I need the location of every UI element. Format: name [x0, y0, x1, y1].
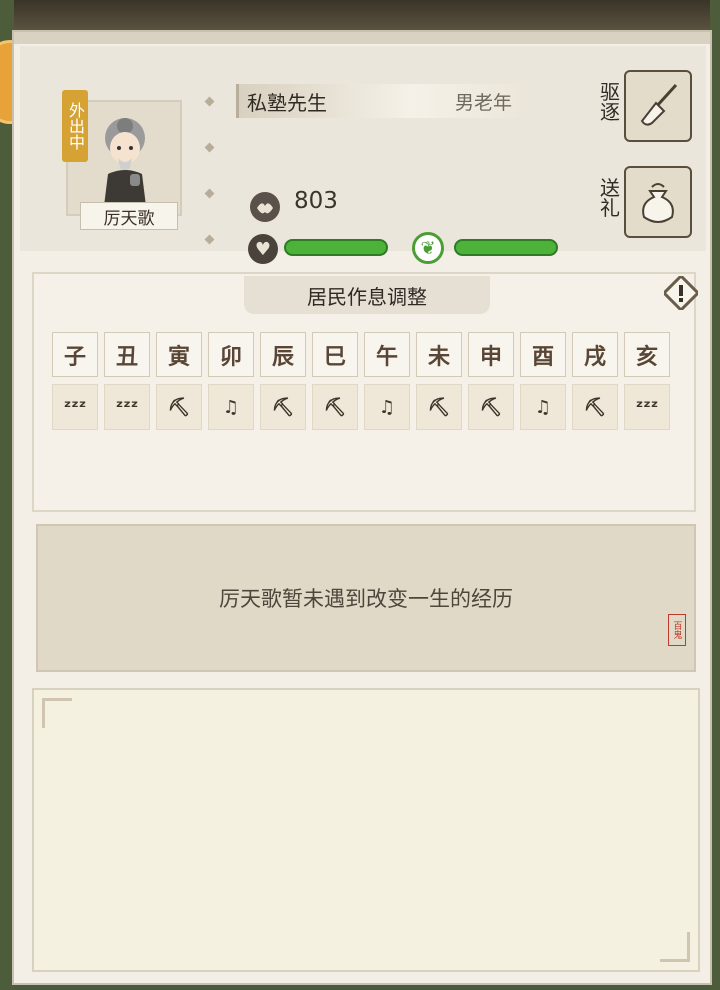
work-icon[interactable]: ⛏ — [468, 384, 514, 430]
occupation-title: 私塾先生 — [247, 90, 327, 115]
hour-cell: 辰 — [260, 332, 306, 377]
hour-cell: 寅 — [156, 332, 202, 377]
schedule-title: 居民作息调整 — [244, 276, 490, 314]
sleep-icon[interactable]: ᶻᶻᶻ — [52, 384, 98, 430]
profile-section: 外出中 厉天歌 私塾先生 男老年 803 ♥ ❦ 驱逐 送礼 — [20, 46, 706, 264]
corner-ornament — [42, 698, 72, 728]
gift-bag-icon — [642, 183, 674, 223]
panel-top-bar — [14, 32, 710, 44]
expel-label: 驱逐 — [600, 80, 620, 124]
resident-name: 厉天歌 — [80, 202, 178, 230]
hour-cell: 子 — [52, 332, 98, 377]
hour-cell: 午 — [364, 332, 410, 377]
list-bullet — [204, 234, 215, 245]
game-background-top — [0, 0, 720, 30]
resident-panel: 外出中 厉天歌 私塾先生 男老年 803 ♥ ❦ 驱逐 送礼 居民作息调整 子 … — [12, 30, 712, 985]
corner-ornament — [660, 932, 690, 962]
hour-cell: 卯 — [208, 332, 254, 377]
occupation-bar: 私塾先生 男老年 — [236, 84, 526, 118]
leisure-icon[interactable]: ♫ — [520, 384, 566, 430]
list-bullet — [204, 142, 215, 153]
broom-icon — [640, 83, 678, 126]
activity-row: ᶻᶻᶻ ᶻᶻᶻ ⛏ ♫ ⛏ ⛏ ♫ ⛏ ⛏ ♫ ⛏ ᶻᶻᶻ — [52, 384, 670, 430]
health-icon: ♥ — [248, 234, 278, 264]
gift-button[interactable] — [624, 166, 692, 238]
status-badge: 外出中 — [62, 90, 88, 162]
detail-area — [32, 688, 700, 972]
gender-age: 男老年 — [454, 91, 512, 114]
hour-cell: 巳 — [312, 332, 358, 377]
warning-icon[interactable] — [664, 276, 698, 310]
coin-icon — [250, 192, 280, 222]
hour-cell: 丑 — [104, 332, 150, 377]
list-bullet — [204, 188, 215, 199]
mood-icon: ❦ — [412, 232, 444, 264]
work-icon[interactable]: ⛏ — [416, 384, 462, 430]
health-bar — [284, 239, 388, 256]
hour-cell: 未 — [416, 332, 462, 377]
life-event-text: 厉天歌暂未遇到改变一生的经历 — [219, 587, 513, 611]
hour-cell: 亥 — [624, 332, 670, 377]
leisure-icon[interactable]: ♫ — [364, 384, 410, 430]
mood-bar — [454, 239, 558, 256]
work-icon[interactable]: ⛏ — [572, 384, 618, 430]
expel-button[interactable] — [624, 70, 692, 142]
life-event-box: 厉天歌暂未遇到改变一生的经历 百鬼 — [36, 524, 696, 672]
resident-avatar-icon — [104, 118, 146, 206]
leisure-icon[interactable]: ♫ — [208, 384, 254, 430]
hour-cell: 申 — [468, 332, 514, 377]
list-bullet — [204, 96, 215, 107]
sleep-icon[interactable]: ᶻᶻᶻ — [624, 384, 670, 430]
sleep-icon[interactable]: ᶻᶻᶻ — [104, 384, 150, 430]
hour-row: 子丑寅卯辰巳午未申酉戌亥 — [52, 332, 670, 377]
work-icon[interactable]: ⛏ — [312, 384, 358, 430]
work-icon[interactable]: ⛏ — [260, 384, 306, 430]
seal-stamp: 百鬼 — [668, 614, 686, 646]
work-icon[interactable]: ⛏ — [156, 384, 202, 430]
gift-label: 送礼 — [600, 176, 620, 220]
hour-cell: 酉 — [520, 332, 566, 377]
coin-count: 803 — [294, 188, 338, 214]
hour-cell: 戌 — [572, 332, 618, 377]
